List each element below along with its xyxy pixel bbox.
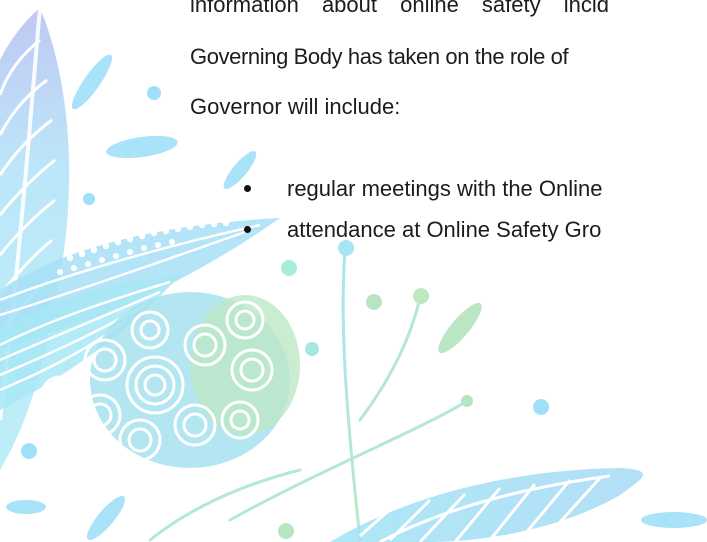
list-item-text: regular meetings with the Online [287,176,603,201]
paragraph-line: Governor will include: [190,94,401,119]
list-item-text: attendance at Online Safety Gro [287,217,602,242]
list-item: attendance at Online Safety Gro [244,214,601,246]
list-item: regular meetings with the Online [244,173,603,205]
document-page: information about online safety incid Go… [0,0,707,542]
paragraph-line: Governing Body has taken on the role of [190,44,569,69]
document-text: information about online safety incid Go… [0,0,707,542]
paragraph-line: information about online safety incid [190,0,609,17]
bullet-icon [244,184,251,192]
bullet-icon [244,225,251,233]
